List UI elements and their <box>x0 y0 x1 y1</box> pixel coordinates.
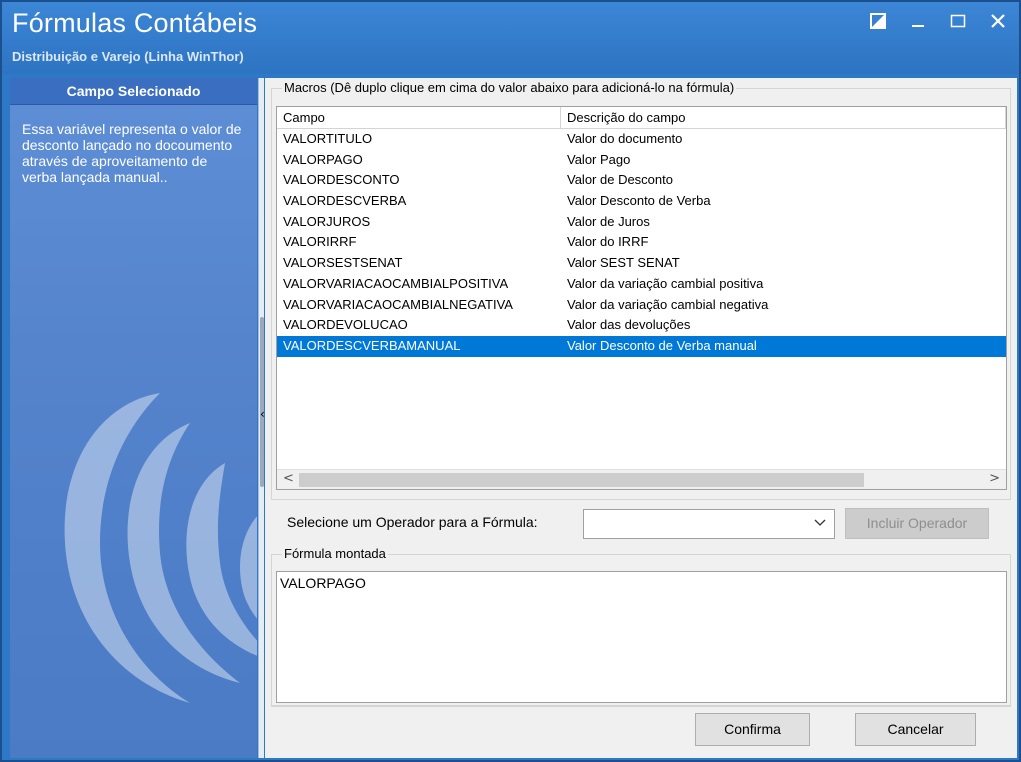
cell-descricao: Valor de Juros <box>567 213 650 229</box>
cell-campo: VALORDESCONTO <box>283 172 400 188</box>
cell-descricao: Valor Pago <box>567 151 631 167</box>
cell-campo: VALORTITULO <box>283 131 373 146</box>
cell-descricao: Valor da variação cambial negativa <box>567 296 769 312</box>
minimize-icon[interactable] <box>907 10 929 32</box>
cell-campo: VALORVARIACAOCAMBIALPOSITIVA <box>283 275 509 291</box>
chevron-down-icon <box>814 516 826 531</box>
grid-body: VALORTITULO Valor do documento VALORPAGO Va… <box>277 129 1006 357</box>
formula-textarea[interactable]: VALORPAGO <box>276 571 1007 703</box>
table-row[interactable]: VALORPAGO Valor Pago <box>277 150 1006 171</box>
restore-icon[interactable] <box>867 10 889 32</box>
operator-select[interactable] <box>583 509 835 539</box>
brand-logo-watermark <box>40 383 257 713</box>
column-header-campo[interactable]: Campo <box>277 107 561 128</box>
table-row[interactable]: VALORDESCVERBAMANUAL Valor Desconto de Ve… <box>277 335 1006 357</box>
table-row[interactable]: VALORSESTSENAT Valor SEST SENAT <box>277 253 1006 274</box>
table-row[interactable]: VALORVARIACAOCAMBIALNEGATIVA Valor da var… <box>277 295 1006 316</box>
cell-campo: VALORPAGO <box>283 151 363 167</box>
cell-descricao: Valor SEST SENAT <box>567 255 680 271</box>
cell-campo: VALORVARIACAOCAMBIALNEGATIVA <box>283 296 513 312</box>
cell-campo: VALORDESCVERBAMANUAL <box>283 337 461 353</box>
title-bar: Fórmulas Contábeis Distribuição e Varejo… <box>2 2 1019 74</box>
cell-descricao: Valor das devoluções <box>567 317 691 333</box>
selected-field-description: Essa variável representa o valor de desc… <box>22 121 242 185</box>
table-row[interactable]: VALORTITULO Valor do documento <box>277 129 1006 150</box>
splitter-grip[interactable] <box>260 317 264 487</box>
table-row[interactable]: VALORDEVOLUCAO Valor das devoluções <box>277 315 1006 336</box>
cell-campo: VALORSESTSENAT <box>283 255 403 271</box>
maximize-icon[interactable] <box>947 10 969 32</box>
cell-descricao: Valor do IRRF <box>567 234 649 250</box>
macros-legend: Macros (Dê duplo clique em cima do valor… <box>282 80 737 95</box>
cancel-button[interactable]: Cancelar <box>855 713 976 746</box>
horizontal-scrollbar[interactable]: < > <box>277 469 1006 489</box>
table-row[interactable]: VALORVARIACAOCAMBIALPOSITIVA Valor da var… <box>277 274 1006 295</box>
main-content: Macros (Dê duplo clique em cima do valor… <box>265 78 1017 758</box>
grid-header: Campo Descrição do campo <box>277 107 1006 129</box>
table-row[interactable]: VALORJUROS Valor de Juros <box>277 212 1006 233</box>
cell-descricao: Valor do documento <box>567 131 683 146</box>
macros-grid[interactable]: Campo Descrição do campo VALORTITULO Valo… <box>276 106 1007 490</box>
selected-field-header: Campo Selecionado <box>10 78 257 105</box>
cell-campo: VALORIRRF <box>283 234 357 250</box>
cell-descricao: Valor Desconto de Verba <box>567 193 711 209</box>
formulas-window: Fórmulas Contábeis Distribuição e Varejo… <box>0 0 1021 762</box>
column-header-descricao[interactable]: Descrição do campo <box>561 107 1006 128</box>
cell-campo: VALORJUROS <box>283 213 371 229</box>
operator-label: Selecione um Operador para a Fórmula: <box>287 514 538 530</box>
cell-descricao: Valor Desconto de Verba manual <box>567 337 757 353</box>
scroll-right-icon[interactable]: > <box>989 471 1000 486</box>
confirm-button[interactable]: Confirma <box>695 713 810 746</box>
window-subtitle: Distribuição e Varejo (Linha WinThor) <box>12 49 244 64</box>
window-title: Fórmulas Contábeis <box>12 8 258 38</box>
include-operator-button[interactable]: Incluir Operador <box>845 508 989 539</box>
scroll-left-icon[interactable]: < <box>283 471 294 486</box>
formula-legend: Fórmula montada <box>282 546 388 561</box>
cell-descricao: Valor da variação cambial positiva <box>567 275 764 291</box>
cell-campo: VALORDEVOLUCAO <box>283 317 408 333</box>
table-row[interactable]: VALORDESCONTO Valor de Desconto <box>277 170 1006 191</box>
cell-descricao: Valor de Desconto <box>567 172 673 188</box>
table-row[interactable]: VALORIRRF Valor do IRRF <box>277 232 1006 253</box>
scrollbar-thumb[interactable] <box>299 473 864 487</box>
cell-campo: VALORDESCVERBA <box>283 193 407 209</box>
selected-field-panel: Campo Selecionado Essa variável represen… <box>10 78 257 758</box>
close-icon[interactable] <box>987 10 1009 32</box>
table-row[interactable]: VALORDESCVERBA Valor Desconto de Verba <box>277 191 1006 212</box>
window-controls <box>867 10 1009 32</box>
